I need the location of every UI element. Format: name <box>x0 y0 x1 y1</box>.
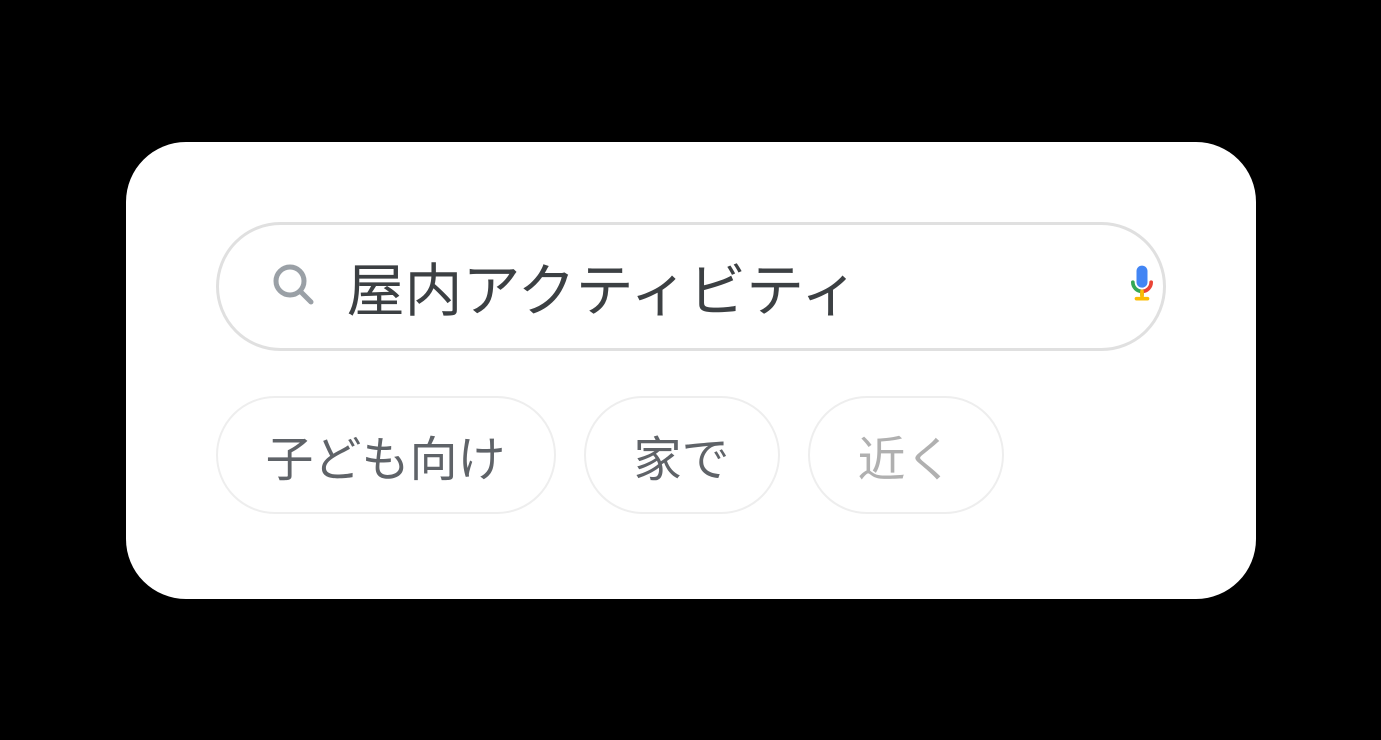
microphone-icon[interactable] <box>1120 262 1164 311</box>
search-card: 子ども向け 家で 近く <box>126 142 1256 599</box>
suggestion-chips: 子ども向け 家で 近く <box>216 396 1166 514</box>
chip-at-home[interactable]: 家で <box>584 396 780 514</box>
chip-label: 家で <box>634 434 730 487</box>
search-bar[interactable] <box>216 222 1166 351</box>
chip-label: 子ども向け <box>266 434 506 487</box>
chip-nearby[interactable]: 近く <box>808 396 1004 514</box>
search-icon <box>269 260 317 313</box>
chip-for-kids[interactable]: 子ども向け <box>216 396 556 514</box>
chip-label: 近く <box>858 434 954 487</box>
search-input[interactable] <box>347 253 1100 320</box>
